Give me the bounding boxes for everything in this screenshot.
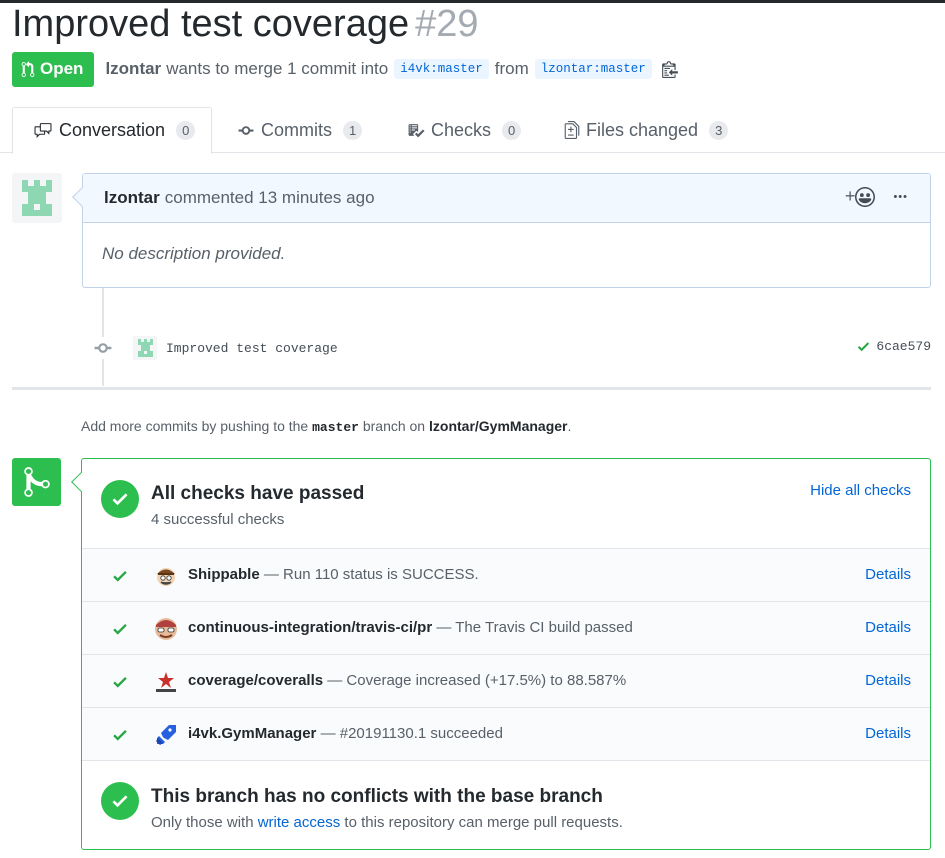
coveralls-icon xyxy=(153,669,178,694)
push-hint-middle: branch on xyxy=(362,418,426,434)
identicon xyxy=(22,180,52,216)
check-text: continuous-integration/travis-ci/pr — Th… xyxy=(188,619,633,636)
tab-files-changed-label: Files changed xyxy=(586,119,699,140)
git-pull-request-icon xyxy=(21,60,35,77)
travis-icon xyxy=(153,616,178,641)
azure-pipelines-icon xyxy=(153,722,178,747)
comment-timestamp[interactable]: commented 13 minutes ago xyxy=(165,188,375,208)
check-description: — #20191130.1 succeeded xyxy=(320,725,503,742)
check-name: i4vk.GymManager xyxy=(188,725,317,742)
pr-title-text: Improved test coverage xyxy=(12,3,410,45)
tab-nav: Conversation 0 Commits 1 Checks 0 Files … xyxy=(0,107,945,154)
git-commit-icon xyxy=(238,125,254,135)
check-icon xyxy=(113,623,127,635)
checks-title: All checks have passed xyxy=(151,483,365,504)
merge-status-box: All checks have passed 4 successful chec… xyxy=(71,458,931,853)
checks-passed-icon xyxy=(101,480,139,518)
comment-actions: + ••• xyxy=(845,186,908,207)
check-name: continuous-integration/travis-ci/pr xyxy=(188,619,433,636)
no-conflicts-subtitle: Only those with write access to this rep… xyxy=(151,814,623,831)
state-label: Open xyxy=(40,59,84,78)
pr-number: #29 xyxy=(415,3,479,45)
no-conflicts-icon xyxy=(101,782,139,820)
check-row-azure: i4vk.GymManager — #20191130.1 succeeded … xyxy=(82,708,930,761)
check-text: coverage/coveralls — Coverage increased … xyxy=(188,672,626,689)
check-icon xyxy=(113,729,127,741)
hide-all-checks-link[interactable]: Hide all checks xyxy=(810,482,911,499)
push-hint-branch: master xyxy=(312,420,359,435)
details-link[interactable]: Details xyxy=(865,566,911,583)
conflict-suffix: to this repository can merge pull reques… xyxy=(344,814,623,831)
from-text: from xyxy=(494,59,529,78)
commit-row: Improved test coverage 6cae579 xyxy=(92,333,931,363)
clipboard-icon[interactable] xyxy=(661,60,678,78)
check-icon xyxy=(113,570,127,582)
git-merge-icon xyxy=(12,458,61,506)
commit-status: 6cae579 xyxy=(856,339,931,354)
more-options-button[interactable]: ••• xyxy=(893,191,908,203)
author-avatar[interactable] xyxy=(12,173,62,223)
base-branch[interactable]: i4vk:master xyxy=(394,59,489,79)
commit-author-avatar[interactable] xyxy=(133,336,157,360)
check-row-shippable: Shippable — Run 110 status is SUCCESS. D… xyxy=(82,549,930,602)
tab-checks[interactable]: Checks 0 xyxy=(407,107,522,153)
tab-commits-count: 1 xyxy=(343,120,363,140)
tab-files-changed[interactable]: Files changed 3 xyxy=(564,107,729,153)
check-text: Shippable — Run 110 status is SUCCESS. xyxy=(188,566,479,583)
merge-text: wants to merge 1 commit into xyxy=(166,59,389,78)
checks-subtitle: 4 successful checks xyxy=(151,511,285,528)
head-branch[interactable]: lzontar:master xyxy=(534,59,652,79)
add-reaction-button[interactable]: + xyxy=(845,186,876,207)
commit-message[interactable]: Improved test coverage xyxy=(166,341,338,356)
reaction-plus: + xyxy=(844,186,856,206)
comment-body: No description provided. xyxy=(102,244,286,263)
write-access-link[interactable]: write access xyxy=(258,814,341,831)
tab-conversation[interactable]: Conversation 0 xyxy=(12,107,212,154)
tab-conversation-label: Conversation xyxy=(59,120,166,140)
pr-title: Improved test coverage #29 xyxy=(12,2,479,46)
push-hint-prefix: Add more commits by pushing to the xyxy=(81,418,309,434)
smiley-icon xyxy=(855,186,876,207)
check-description: — Coverage increased (+17.5%) to 88.587% xyxy=(327,672,627,689)
check-description: — The Travis CI build passed xyxy=(436,619,633,636)
comment-author[interactable]: lzontar xyxy=(104,188,160,208)
tab-checks-count: 0 xyxy=(502,120,522,140)
check-name: coverage/coveralls xyxy=(188,672,324,689)
file-diff-icon xyxy=(564,121,580,139)
check-icon xyxy=(113,676,127,688)
details-link[interactable]: Details xyxy=(865,672,911,689)
check-description: — Run 110 status is SUCCESS. xyxy=(263,566,479,583)
tab-conversation-count: 0 xyxy=(176,121,196,140)
tab-files-changed-count: 3 xyxy=(709,120,729,140)
comment-header: lzontar commented 13 minutes ago + ••• xyxy=(83,174,930,223)
checks-header: All checks have passed 4 successful chec… xyxy=(82,459,930,549)
check-icon[interactable] xyxy=(856,339,871,354)
git-commit-icon xyxy=(92,337,114,359)
commit-sha[interactable]: 6cae579 xyxy=(876,339,931,354)
no-conflicts-title: This branch has no conflicts with the ba… xyxy=(151,786,603,807)
push-hint-repo[interactable]: lzontar/GymManager xyxy=(429,418,567,434)
pr-meta: Open lzontar wants to merge 1 commit int… xyxy=(12,51,678,87)
comment-discussion-icon xyxy=(34,123,52,138)
tab-commits-label: Commits xyxy=(261,119,332,140)
check-row-coveralls: coverage/coveralls — Coverage increased … xyxy=(82,655,930,708)
details-link[interactable]: Details xyxy=(865,619,911,636)
tab-checks-label: Checks xyxy=(431,119,492,140)
checklist-icon xyxy=(408,123,425,137)
push-hint: Add more commits by pushing to the maste… xyxy=(81,418,571,435)
details-link[interactable]: Details xyxy=(865,725,911,742)
shippable-icon xyxy=(153,563,178,588)
check-name: Shippable xyxy=(188,566,260,583)
comment-box: lzontar commented 13 minutes ago + ••• N… xyxy=(72,173,931,288)
no-conflicts-section: This branch has no conflicts with the ba… xyxy=(82,761,930,853)
check-text: i4vk.GymManager — #20191130.1 succeeded xyxy=(188,725,503,742)
timeline-divider xyxy=(12,387,931,390)
author-link[interactable]: lzontar xyxy=(105,59,161,79)
tab-commits[interactable]: Commits 1 xyxy=(237,107,363,153)
state-badge: Open xyxy=(12,51,95,87)
check-row-travis: continuous-integration/travis-ci/pr — Th… xyxy=(82,602,930,655)
push-hint-suffix: . xyxy=(567,418,572,434)
identicon-small xyxy=(137,339,153,357)
conflict-prefix: Only those with xyxy=(151,814,254,831)
